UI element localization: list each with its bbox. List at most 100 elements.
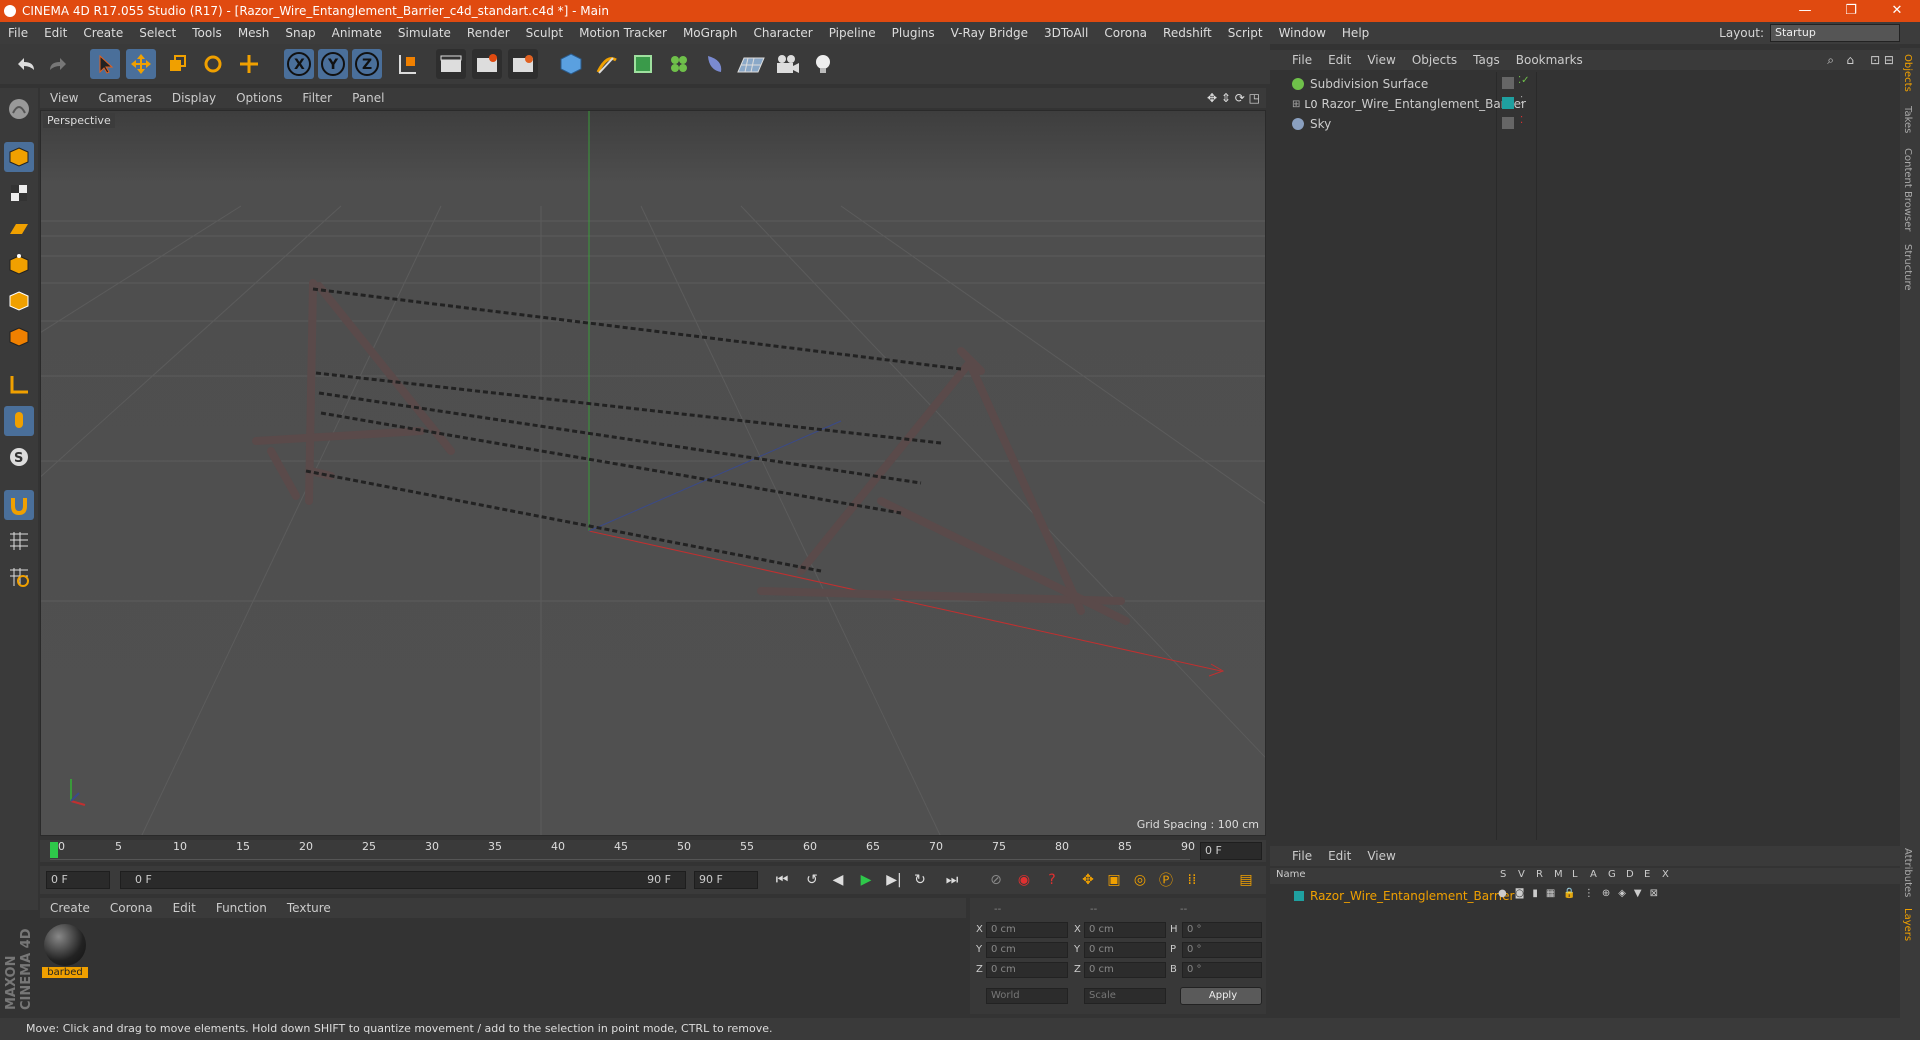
menu-redshift[interactable]: Redshift	[1155, 26, 1220, 40]
menu-snap[interactable]: Snap	[277, 26, 323, 40]
select-arrow-icon[interactable]	[90, 49, 120, 79]
key-scale-button[interactable]: ▣	[1102, 868, 1126, 892]
rotation-h-field[interactable]: 0 °	[1182, 922, 1262, 938]
tab-structure[interactable]: Structure	[1902, 244, 1913, 291]
material-menu-function[interactable]: Function	[206, 901, 277, 915]
points-mode-icon[interactable]	[4, 250, 34, 280]
snap-grid-icon[interactable]	[4, 562, 34, 592]
menu-mesh[interactable]: Mesh	[230, 26, 278, 40]
material-menu-edit[interactable]: Edit	[163, 901, 206, 915]
move-icon[interactable]	[126, 49, 156, 79]
visibility-dots-icon[interactable]: ⁚	[1520, 115, 1523, 126]
menu-character[interactable]: Character	[745, 26, 820, 40]
visibility-check-icon[interactable]: ⁚✓	[1518, 75, 1530, 86]
viewport-menu-view[interactable]: View	[40, 91, 88, 105]
size-y-field[interactable]: 0 cm	[1084, 942, 1166, 958]
menu-help[interactable]: Help	[1334, 26, 1377, 40]
layer-menu-edit[interactable]: Edit	[1320, 849, 1359, 863]
layer-toggle-icons[interactable]: ●◙▮▦🔒⋮⊕◈▼⊠	[1498, 888, 1666, 899]
tab-attributes[interactable]: Attributes	[1902, 848, 1913, 897]
tab-layers[interactable]: Layers	[1902, 908, 1913, 941]
viewport-menu-options[interactable]: Options	[226, 91, 292, 105]
minimize-button[interactable]: —	[1782, 0, 1828, 22]
axis-mode-icon[interactable]	[4, 370, 34, 400]
menu-edit[interactable]: Edit	[36, 26, 75, 40]
viewport-menu-filter[interactable]: Filter	[292, 91, 342, 105]
object-row-subdivision[interactable]: Subdivision Surface	[1280, 74, 1428, 94]
menu-window[interactable]: Window	[1271, 26, 1334, 40]
menu-motion-tracker[interactable]: Motion Tracker	[571, 26, 675, 40]
position-x-field[interactable]: 0 cm	[986, 922, 1068, 938]
tweak-mode-icon[interactable]	[4, 406, 34, 436]
autokey-button[interactable]: ◉	[1012, 868, 1036, 892]
world-coord-icon[interactable]	[392, 49, 422, 79]
coord-mode-select[interactable]: World	[986, 988, 1068, 1004]
step-forward-button[interactable]: ▶|	[882, 868, 906, 892]
object-menu-view[interactable]: View	[1359, 53, 1403, 67]
layer-menu-view[interactable]: View	[1359, 849, 1403, 863]
start-frame-field[interactable]: 0 F	[46, 871, 110, 889]
prev-key-button[interactable]: ↺	[800, 868, 824, 892]
current-frame-field[interactable]: 0 F	[1200, 842, 1262, 860]
viewport-menu-panel[interactable]: Panel	[342, 91, 394, 105]
menu-create[interactable]: Create	[75, 26, 131, 40]
object-search-icon[interactable]: ⌕	[1827, 53, 1834, 68]
polygons-mode-icon[interactable]	[4, 322, 34, 352]
layer-tag-icon[interactable]	[1502, 117, 1514, 129]
rotation-p-field[interactable]: 0 °	[1182, 942, 1262, 958]
layer-menu-file[interactable]: File	[1284, 849, 1320, 863]
restore-button[interactable]: ❐	[1828, 0, 1874, 22]
position-y-field[interactable]: 0 cm	[986, 942, 1068, 958]
menu-simulate[interactable]: Simulate	[390, 26, 459, 40]
apply-button[interactable]: Apply	[1180, 987, 1262, 1005]
redo-icon[interactable]	[44, 49, 74, 79]
solo-icon[interactable]: S	[4, 442, 34, 472]
play-button[interactable]: ▶	[854, 868, 878, 892]
viewport-menu-display[interactable]: Display	[162, 91, 226, 105]
layout-select[interactable]: Startup	[1770, 24, 1900, 42]
menu-sculpt[interactable]: Sculpt	[518, 26, 571, 40]
visibility-dots-icon[interactable]: ⁚	[1520, 95, 1523, 106]
menu-file[interactable]: File	[0, 26, 36, 40]
material-menu-texture[interactable]: Texture	[277, 901, 341, 915]
keyframe-selection-button[interactable]: ?	[1040, 868, 1064, 892]
object-menu-bookmarks[interactable]: Bookmarks	[1508, 53, 1591, 67]
menu-mograph[interactable]: MoGraph	[675, 26, 746, 40]
grid-lock-icon[interactable]	[4, 526, 34, 556]
object-menu-tags[interactable]: Tags	[1465, 53, 1508, 67]
menu-pipeline[interactable]: Pipeline	[821, 26, 884, 40]
end-frame-field[interactable]: 90 F	[694, 871, 758, 889]
go-to-end-button[interactable]: ⏭	[940, 868, 964, 892]
object-menu-objects[interactable]: Objects	[1404, 53, 1465, 67]
light-icon[interactable]	[808, 49, 838, 79]
menu-corona[interactable]: Corona	[1096, 26, 1155, 40]
menu-plugins[interactable]: Plugins	[884, 26, 943, 40]
pen-icon[interactable]	[592, 49, 622, 79]
object-panel-controls[interactable]: ⊡ ⊟	[1870, 53, 1894, 67]
object-menu-file[interactable]: File	[1284, 53, 1320, 67]
layer-row[interactable]: Razor_Wire_Entanglement_Barrier	[1280, 886, 1514, 906]
material-swatch[interactable]: barbed	[42, 924, 88, 982]
workplane-icon[interactable]	[4, 214, 34, 244]
menu-3dtoall[interactable]: 3DToAll	[1036, 26, 1096, 40]
texture-mode-icon[interactable]	[4, 178, 34, 208]
expand-icon[interactable]: ⊞	[1292, 99, 1300, 110]
timeline-ruler[interactable]: 0 5 10 15 20 25 30 35 40 45 50 55 60 65 …	[40, 840, 1266, 862]
playhead[interactable]	[50, 842, 58, 858]
size-z-field[interactable]: 0 cm	[1084, 962, 1166, 978]
menu-tools[interactable]: Tools	[184, 26, 230, 40]
subdivision-icon[interactable]	[628, 49, 658, 79]
key-rotation-button[interactable]: ◎	[1128, 868, 1152, 892]
rotation-b-field[interactable]: 0 °	[1182, 962, 1262, 978]
menu-animate[interactable]: Animate	[324, 26, 390, 40]
z-axis-icon[interactable]: Z	[352, 49, 382, 79]
key-position-button[interactable]: ✥	[1076, 868, 1100, 892]
camera-icon[interactable]	[772, 49, 802, 79]
timeline-window-button[interactable]: ▤	[1234, 868, 1258, 892]
viewport-menu-cameras[interactable]: Cameras	[88, 91, 161, 105]
magnet-icon[interactable]	[4, 490, 34, 520]
layer-tag-icon[interactable]	[1502, 77, 1514, 89]
next-key-button[interactable]: ↻	[908, 868, 932, 892]
object-home-icon[interactable]: ⌂	[1846, 53, 1854, 67]
key-pla-button[interactable]: ⁞⁞	[1180, 868, 1204, 892]
